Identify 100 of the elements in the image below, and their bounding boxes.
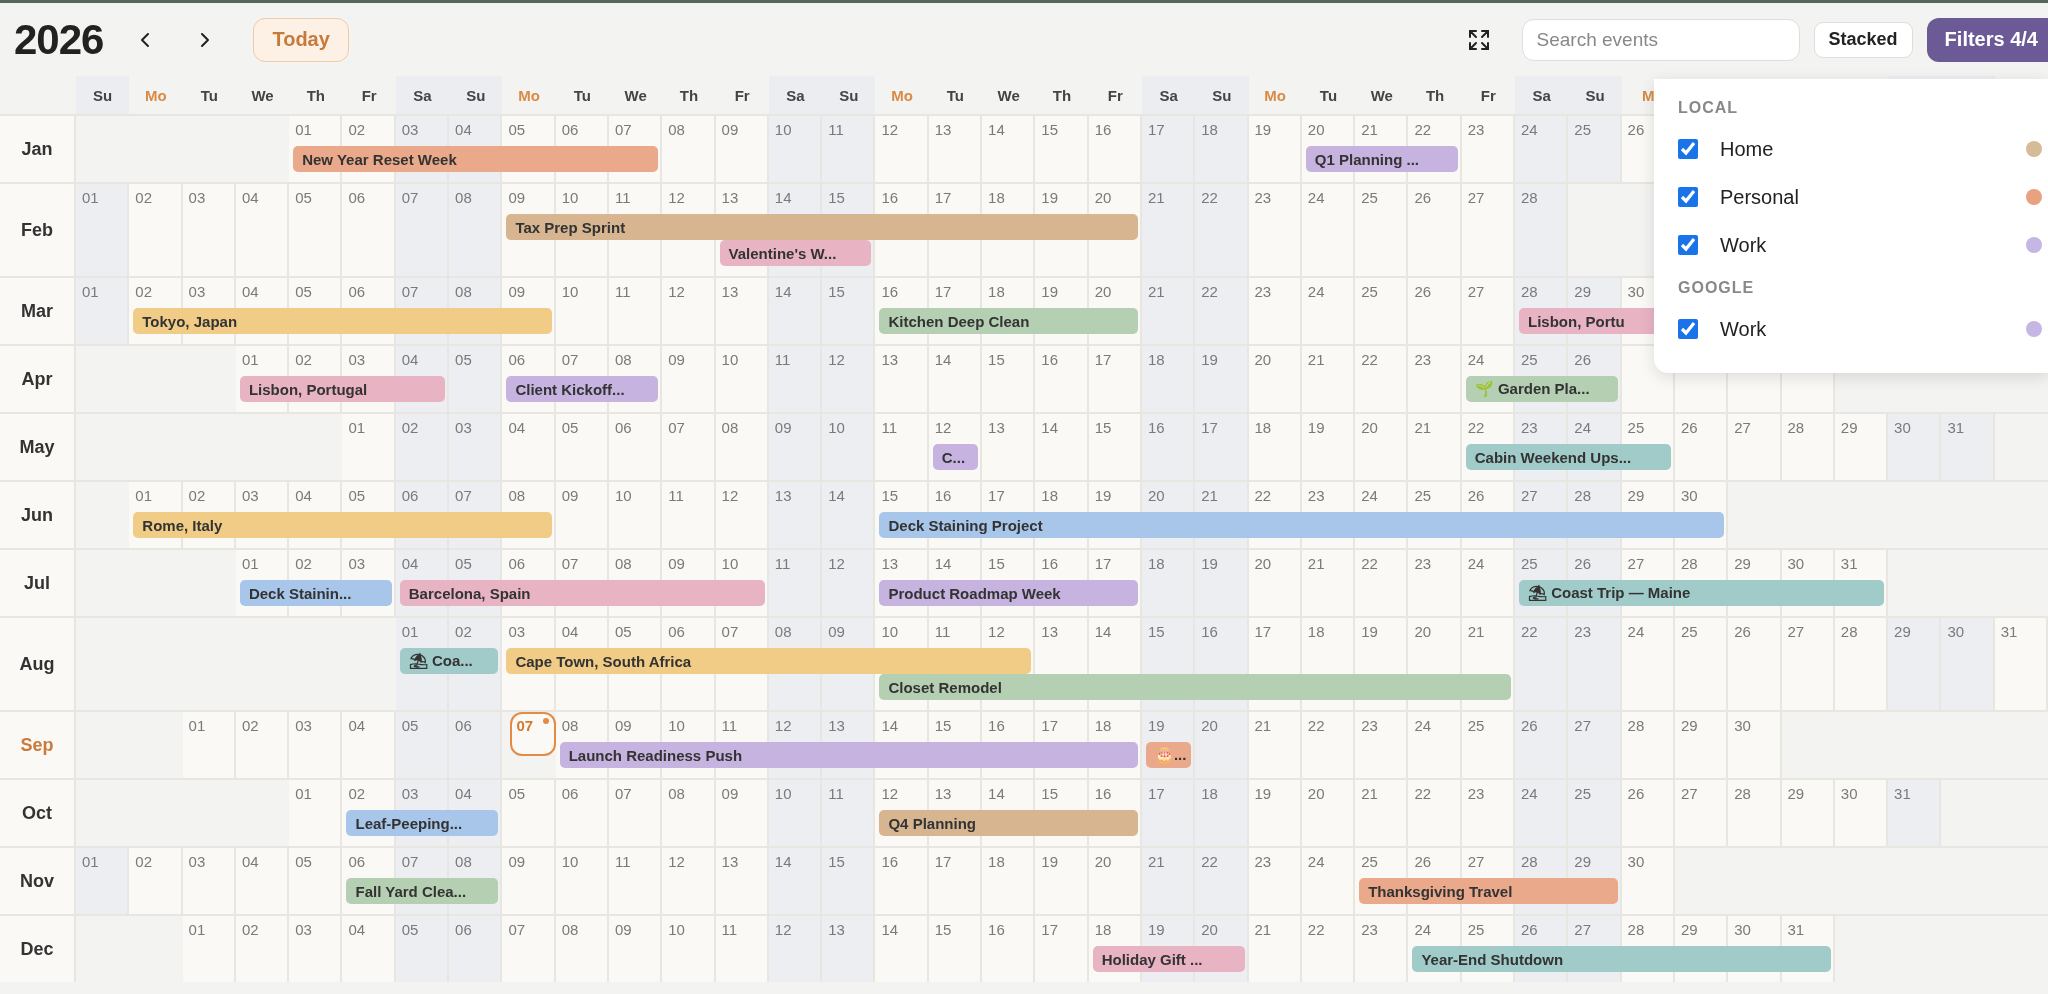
day-number: 01 bbox=[135, 487, 152, 504]
event-bar[interactable]: Product Roadmap Week bbox=[879, 580, 1138, 606]
day-number: 15 bbox=[1041, 785, 1059, 802]
event-bar[interactable]: Q1 Planning ... bbox=[1305, 146, 1458, 172]
weekday-label: Tu bbox=[572, 85, 592, 106]
event-bar[interactable]: Cape Town, South Africa bbox=[506, 648, 1032, 674]
day-number: 21 bbox=[1254, 717, 1272, 734]
event-bar[interactable]: Rome, Italy bbox=[133, 512, 552, 538]
day-number: 01 bbox=[295, 785, 312, 802]
day-number: 12 bbox=[828, 555, 845, 572]
weekday-label: Sa bbox=[768, 76, 823, 114]
day-number: 15 bbox=[828, 189, 845, 206]
event-bar[interactable]: Fall Yard Clea... bbox=[346, 878, 499, 904]
day-number: 13 bbox=[881, 351, 899, 368]
day-number: 21 bbox=[1147, 283, 1165, 300]
event-bar[interactable]: Thanksgiving Travel bbox=[1359, 878, 1618, 904]
event-bar[interactable]: Barcelona, Spain bbox=[399, 580, 765, 606]
event-bar[interactable]: Deck Staining Project bbox=[879, 512, 1725, 538]
event-bar[interactable]: Client Kickoff... bbox=[506, 376, 659, 402]
event-bar[interactable]: Year-End Shutdown bbox=[1412, 946, 1831, 972]
day-number: 14 bbox=[774, 189, 792, 206]
day-number: 11 bbox=[614, 853, 631, 870]
day-number: 13 bbox=[828, 921, 845, 938]
weekday-label: Tu bbox=[1318, 85, 1339, 106]
day-number: 15 bbox=[828, 853, 845, 870]
day-number: 07 bbox=[508, 921, 526, 938]
day-number: 16 bbox=[1201, 623, 1218, 640]
event-bar[interactable]: Launch Readiness Push bbox=[559, 742, 1138, 768]
checkbox[interactable] bbox=[1678, 235, 1698, 255]
event-bar[interactable]: Tokyo, Japan bbox=[133, 308, 552, 334]
weekday-label: M bbox=[1641, 85, 1656, 106]
day-number: 01 bbox=[348, 419, 366, 436]
day-number: 19 bbox=[1361, 623, 1378, 640]
checkbox[interactable] bbox=[1678, 187, 1698, 207]
day-number: 23 bbox=[1521, 419, 1538, 436]
day-number: 27 bbox=[1467, 189, 1485, 206]
day-number: 01 bbox=[82, 853, 99, 870]
event-bar[interactable]: Holiday Gift ... bbox=[1092, 946, 1245, 972]
event-bar[interactable]: Leaf-Peeping... bbox=[346, 810, 499, 836]
day-number: 06 bbox=[508, 555, 526, 572]
day-number: 11 bbox=[668, 487, 684, 504]
stacked-button[interactable]: Stacked bbox=[1813, 21, 1913, 58]
day-number: 23 bbox=[1467, 785, 1485, 802]
day-number: 07 bbox=[455, 487, 472, 504]
day-number: 12 bbox=[881, 121, 899, 138]
day-number: 03 bbox=[401, 785, 419, 802]
day-number: 24 bbox=[1467, 351, 1485, 368]
search-field[interactable]: Search events bbox=[1521, 18, 1800, 61]
day-number: 25 bbox=[1361, 189, 1378, 206]
event-bar[interactable]: New Year Reset Week bbox=[293, 146, 659, 172]
weekday-label: Th bbox=[1424, 85, 1446, 106]
event-bar[interactable]: ⛱ Coa... bbox=[399, 648, 499, 674]
event-bar[interactable]: Tax Prep Sprint bbox=[506, 214, 1138, 240]
day-number: 21 bbox=[1307, 351, 1325, 368]
day-number: 15 bbox=[988, 351, 1005, 368]
weekday-label: Th bbox=[305, 85, 326, 106]
day-number: 28 bbox=[1627, 921, 1645, 938]
day-number: 13 bbox=[934, 121, 952, 138]
day-number: 15 bbox=[1147, 623, 1165, 640]
event-bar[interactable]: C... bbox=[932, 444, 979, 470]
day-number: 30 bbox=[1627, 853, 1645, 870]
event-bar[interactable]: Kitchen Deep Clean bbox=[879, 308, 1138, 334]
day-number: 10 bbox=[721, 555, 739, 572]
day-number: 30 bbox=[1734, 921, 1751, 938]
event-bar[interactable]: Closet Remodel bbox=[879, 674, 1511, 700]
day-number: 24 bbox=[1361, 487, 1378, 504]
day-number: 10 bbox=[561, 853, 579, 870]
day-number: 12 bbox=[934, 419, 952, 436]
day-number: 28 bbox=[1680, 555, 1698, 572]
day-number: 14 bbox=[774, 283, 792, 300]
event-bar[interactable]: Valentine's W... bbox=[719, 240, 872, 266]
day-number: 12 bbox=[988, 623, 1005, 640]
day-number: 23 bbox=[1254, 853, 1272, 870]
event-bar[interactable]: Deck Stainin... bbox=[239, 580, 392, 606]
event-bar[interactable]: ⛱ Coast Trip — Maine bbox=[1519, 580, 1885, 606]
day-number: 30 bbox=[1734, 717, 1751, 734]
event-bar[interactable]: Cabin Weekend Ups... bbox=[1465, 444, 1671, 470]
event-bar[interactable]: Lisbon, Portugal bbox=[239, 376, 446, 402]
event-bar[interactable]: Q4 Planning bbox=[879, 810, 1138, 836]
day-number: 04 bbox=[455, 785, 472, 802]
expand-icon bbox=[1467, 28, 1490, 51]
day-number: 22 bbox=[1361, 351, 1378, 368]
day-number: 25 bbox=[1467, 921, 1485, 938]
day-number: 06 bbox=[401, 487, 419, 504]
event-bar[interactable]: 🌱 Garden Pla... bbox=[1465, 376, 1618, 402]
day-number: 19 bbox=[1254, 785, 1272, 802]
day-number: 16 bbox=[988, 921, 1005, 938]
checkbox[interactable] bbox=[1678, 319, 1698, 339]
weekday-label: Th bbox=[678, 85, 700, 106]
day-number: 02 bbox=[241, 717, 259, 734]
day-number: 29 bbox=[1894, 623, 1911, 640]
day-number: 21 bbox=[1147, 853, 1165, 870]
day-number: 20 bbox=[1201, 921, 1218, 938]
day-number: 19 bbox=[1094, 487, 1112, 504]
day-number: 08 bbox=[668, 785, 685, 802]
checkbox[interactable] bbox=[1678, 139, 1698, 159]
day-number: 21 bbox=[1414, 419, 1432, 436]
day-number: 12 bbox=[774, 921, 792, 938]
filters-button[interactable]: Filters 4/4 bbox=[1926, 17, 2048, 62]
event-bar[interactable]: 🎂... bbox=[1145, 742, 1192, 768]
